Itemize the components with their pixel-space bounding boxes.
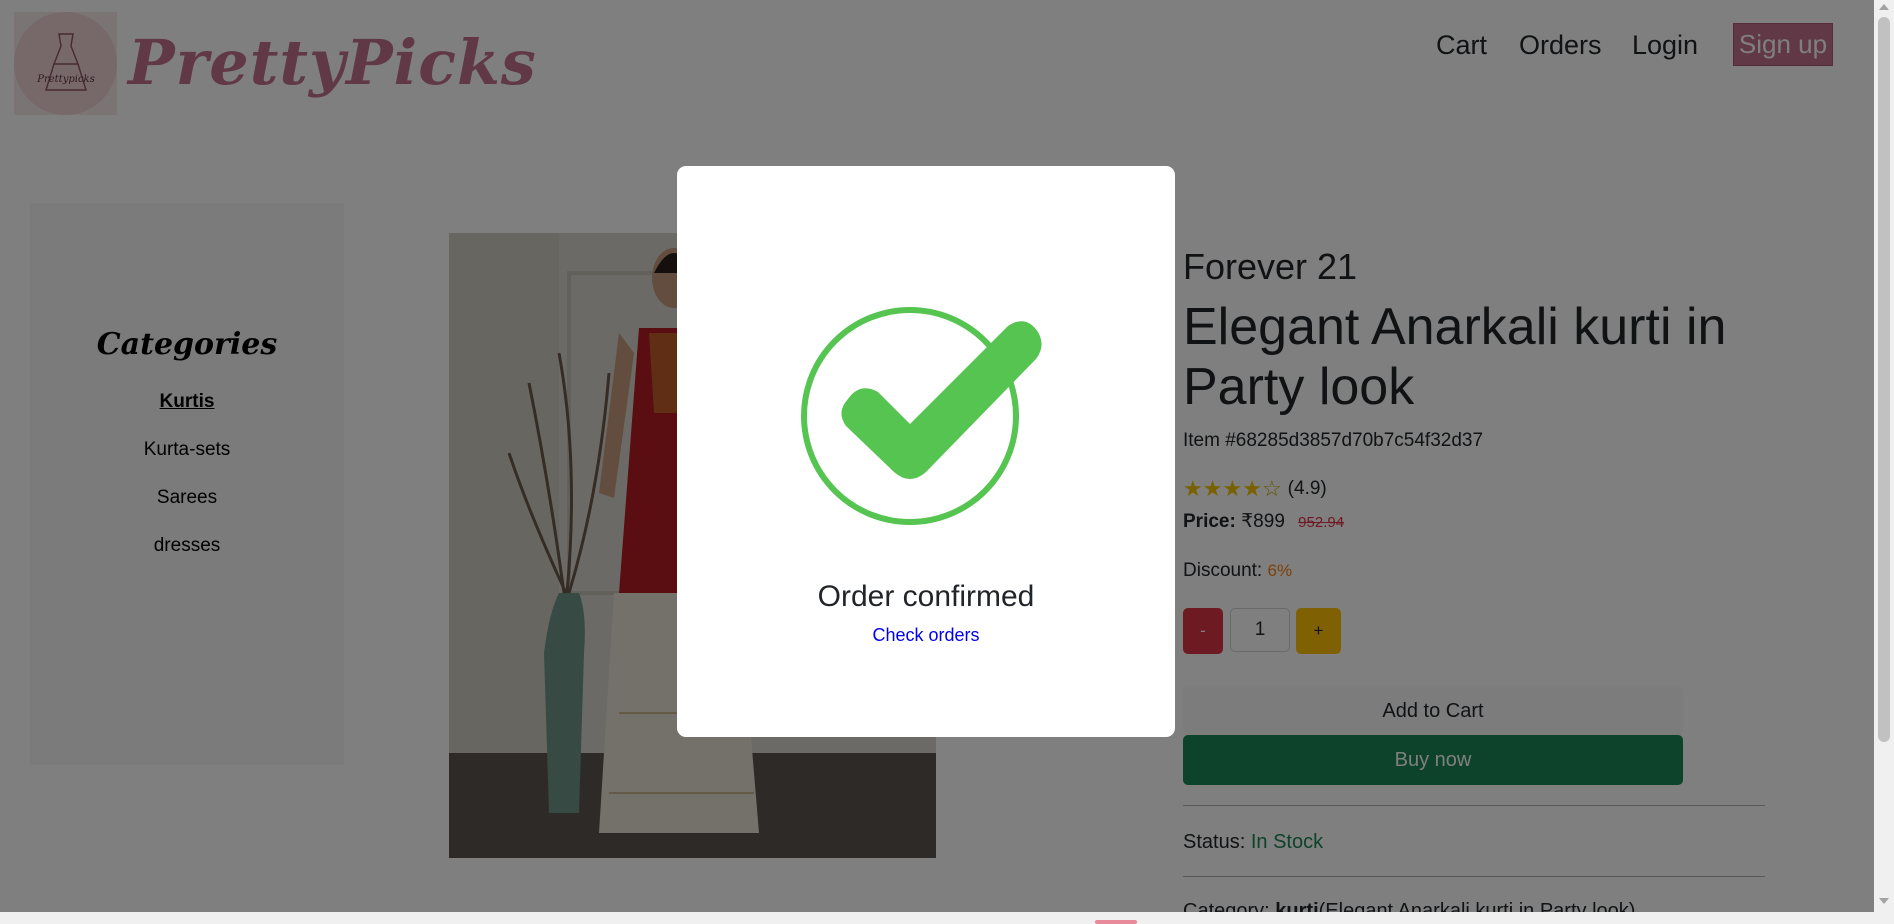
- vertical-scrollbar[interactable]: [1874, 0, 1894, 912]
- modal-title: Order confirmed: [817, 580, 1035, 613]
- scrollbar-marker: [1095, 920, 1137, 924]
- horizontal-scrollbar[interactable]: [0, 912, 1894, 924]
- scrollbar-thumb[interactable]: [1878, 17, 1890, 742]
- check-orders-link[interactable]: Check orders: [677, 625, 1175, 646]
- check-circle-icon: [798, 304, 1048, 528]
- scroll-up-arrow-icon[interactable]: [1879, 4, 1889, 10]
- order-confirmed-modal: Order confirmed Check orders: [677, 166, 1175, 737]
- scroll-down-arrow-icon[interactable]: [1879, 898, 1889, 904]
